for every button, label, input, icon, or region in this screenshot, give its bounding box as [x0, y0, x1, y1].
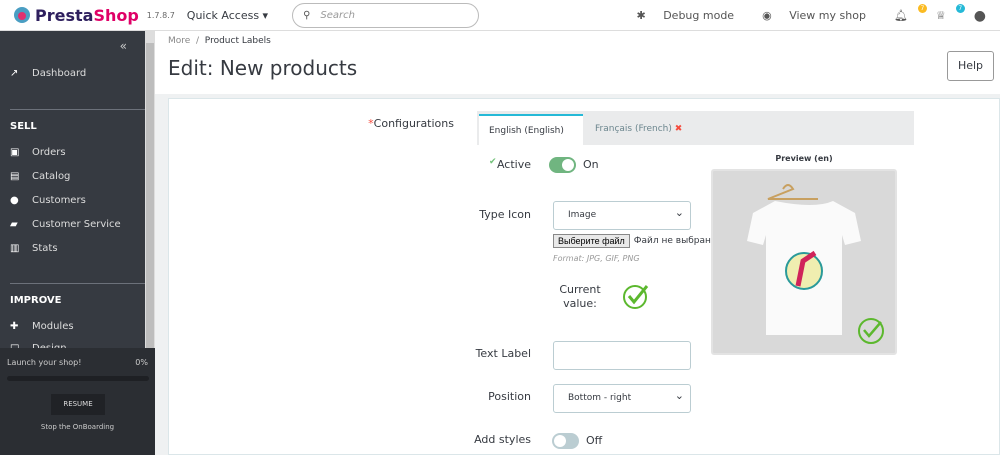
text-label-input[interactable] — [553, 341, 691, 370]
help-button[interactable]: Help — [947, 51, 994, 81]
search-icon: ⚲ — [303, 9, 311, 21]
view-shop-link[interactable]: ◉ View my shop — [762, 9, 880, 22]
chat-icon: ▰ — [10, 219, 18, 230]
add-styles-toggle[interactable] — [552, 433, 579, 449]
breadcrumb: More / Product Labels — [168, 36, 271, 46]
quick-access-dropdown[interactable]: Quick Access ▾ — [187, 9, 268, 22]
divider — [10, 283, 145, 284]
trend-icon: ↗ — [10, 68, 19, 79]
active-label: Active — [496, 158, 531, 171]
format-hint: Format: JPG, GIF, PNG — [553, 254, 640, 263]
position-select[interactable]: Bottom - right — [553, 382, 691, 413]
preview-title: Preview (en) — [775, 154, 833, 163]
sidebar-item-catalog[interactable]: ▤ Catalog — [10, 171, 70, 182]
section-sell: SELL — [10, 121, 37, 132]
onboarding-panel: Launch your shop! 0% RESUME Stop the OnB… — [0, 348, 155, 455]
store-icon: ▤ — [10, 171, 20, 182]
tab-french[interactable]: Français (French) ✖ — [585, 114, 692, 145]
puzzle-icon: ✚ — [10, 321, 19, 332]
choose-file-button[interactable]: Выберите файл — [553, 234, 630, 248]
trophy-icon: ♕ — [935, 9, 946, 22]
top-header: Presta Shop 1.7.8.7 Quick Access ▾ ⚲ Searc… — [0, 0, 1000, 31]
stop-onboarding-link[interactable]: Stop the OnBoarding — [0, 423, 155, 431]
error-icon: ✖ — [674, 124, 683, 134]
tab-english[interactable]: English (English) ✔ — [479, 114, 583, 167]
type-icon-select[interactable]: Image — [553, 199, 691, 230]
breadcrumb-more[interactable]: More — [168, 36, 190, 46]
progress-bar — [7, 376, 149, 381]
sidebar-item-dashboard[interactable]: ↗ Dashboard — [10, 68, 86, 79]
divider — [10, 109, 145, 110]
language-tabs: English (English) ✔ Français (French) ✖ — [477, 111, 914, 167]
scrollbar-thumb[interactable] — [146, 43, 154, 353]
add-styles-label: Add styles — [474, 433, 531, 446]
sidebar-item-customer-service[interactable]: ▰ Customer Service — [10, 219, 121, 230]
sidebar-item-customers[interactable]: ● Customers — [10, 195, 86, 206]
current-value-check-icon — [623, 285, 649, 309]
type-icon-label: Type Icon — [479, 208, 531, 221]
basket-icon: ▣ — [10, 147, 20, 158]
file-input[interactable]: Выберите файл Файл не выбран — [553, 234, 711, 248]
text-label-label: Text Label — [475, 347, 531, 360]
active-toggle[interactable] — [549, 157, 576, 173]
main-content: More / Product Labels Edit: New products… — [155, 31, 1000, 455]
notifications-button[interactable]: 🔔︎ 7 — [893, 4, 927, 22]
version: 1.7.8.7 — [146, 10, 175, 20]
trophy-button[interactable]: ♕ 7 — [935, 4, 965, 22]
collapse-icon[interactable]: « — [120, 39, 127, 53]
resume-button[interactable]: RESUME — [51, 394, 105, 415]
bell-icon: 🔔︎ — [893, 9, 908, 22]
logo-icon — [14, 7, 30, 23]
eye-icon: ◉ — [762, 9, 772, 22]
breadcrumb-current: Product Labels — [204, 36, 271, 46]
sidebar-item-modules[interactable]: ✚ Modules — [10, 321, 74, 332]
bug-icon: ✱ — [636, 9, 646, 22]
page-title: Edit: New products — [168, 56, 358, 80]
prestashop-logo[interactable]: Presta Shop — [14, 6, 139, 25]
chart-icon: ▥ — [10, 243, 20, 254]
check-icon: ✔ — [489, 157, 497, 167]
tshirt-image — [747, 184, 884, 344]
configurations-label: *Configurations — [368, 117, 454, 130]
onboarding-title: Launch your shop! — [7, 358, 82, 367]
current-value-label: Current value: — [559, 283, 601, 310]
active-value: On — [583, 158, 599, 171]
onboarding-progress: 0% — [135, 358, 148, 367]
person-icon: ● — [10, 195, 19, 206]
position-label: Position — [488, 390, 531, 403]
debug-mode-link[interactable]: ✱ Debug mode — [636, 9, 748, 22]
account-icon[interactable]: ● — [974, 8, 986, 24]
preview-image — [711, 169, 897, 355]
sidebar-item-stats[interactable]: ▥ Stats — [10, 243, 58, 254]
sidebar-item-orders[interactable]: ▣ Orders — [10, 147, 66, 158]
search-input[interactable]: ⚲ Search — [292, 2, 480, 28]
add-styles-value: Off — [586, 434, 603, 447]
section-improve: IMPROVE — [10, 295, 62, 306]
page-header: More / Product Labels Edit: New products… — [155, 31, 1000, 94]
